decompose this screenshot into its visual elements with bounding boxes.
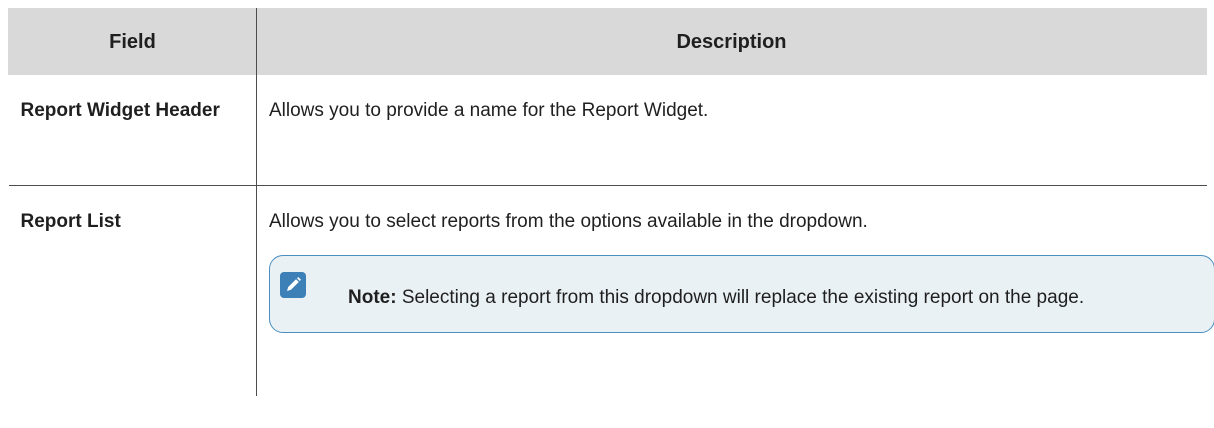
note-pencil-icon [280, 272, 306, 298]
field-description-table: Field Description Report Widget Header A… [8, 8, 1214, 396]
note-label: Note: [348, 287, 397, 308]
field-report-list: Report List [20, 211, 121, 232]
description-report-widget-header: Allows you to provide a name for the Rep… [256, 75, 1207, 186]
description-report-list-cell: Allows you to select reports from the op… [256, 185, 1214, 396]
table-header-row: Field Description [8, 8, 1207, 75]
field-report-widget-header: Report Widget Header [8, 75, 257, 186]
description-report-list: Allows you to select reports from the op… [269, 211, 868, 232]
note-body: Selecting a report from this dropdown wi… [396, 287, 1085, 308]
table-row: Report Widget Header Allows you to provi… [8, 75, 1207, 186]
header-field: Field [8, 8, 257, 75]
note-text: Note: Selecting a report from this dropd… [348, 278, 1194, 318]
table-row: Report List Allows you to select reports… [9, 185, 1214, 396]
note-box: Note: Selecting a report from this dropd… [269, 255, 1214, 333]
header-description: Description [256, 8, 1207, 75]
